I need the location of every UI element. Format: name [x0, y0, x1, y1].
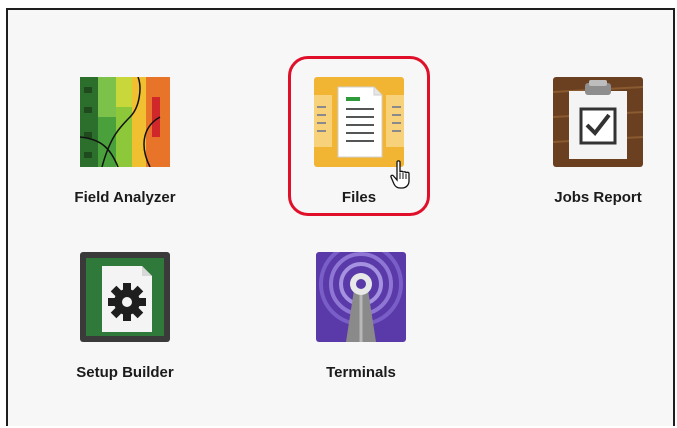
hand-pointer-cursor-icon — [390, 160, 416, 190]
antenna-tower-icon — [316, 252, 406, 342]
clipboard-check-icon — [553, 77, 643, 167]
tile-terminals[interactable]: Terminals — [281, 252, 441, 382]
tile-setup-builder[interactable]: Setup Builder — [45, 252, 205, 382]
tile-label: Field Analyzer — [74, 189, 176, 206]
files-icon — [314, 77, 404, 167]
tile-label: Setup Builder — [76, 364, 174, 381]
tile-label: Terminals — [326, 364, 396, 381]
field-map-icon — [80, 77, 170, 167]
cropped-heading-fragment — [322, 0, 362, 6]
setup-gear-icon — [80, 252, 170, 342]
tile-label: Jobs Report — [554, 189, 642, 206]
tile-jobs-report[interactable]: Jobs Report — [518, 77, 677, 207]
tile-field-analyzer[interactable]: Field Analyzer — [45, 77, 205, 207]
tile-label: Files — [341, 189, 377, 206]
